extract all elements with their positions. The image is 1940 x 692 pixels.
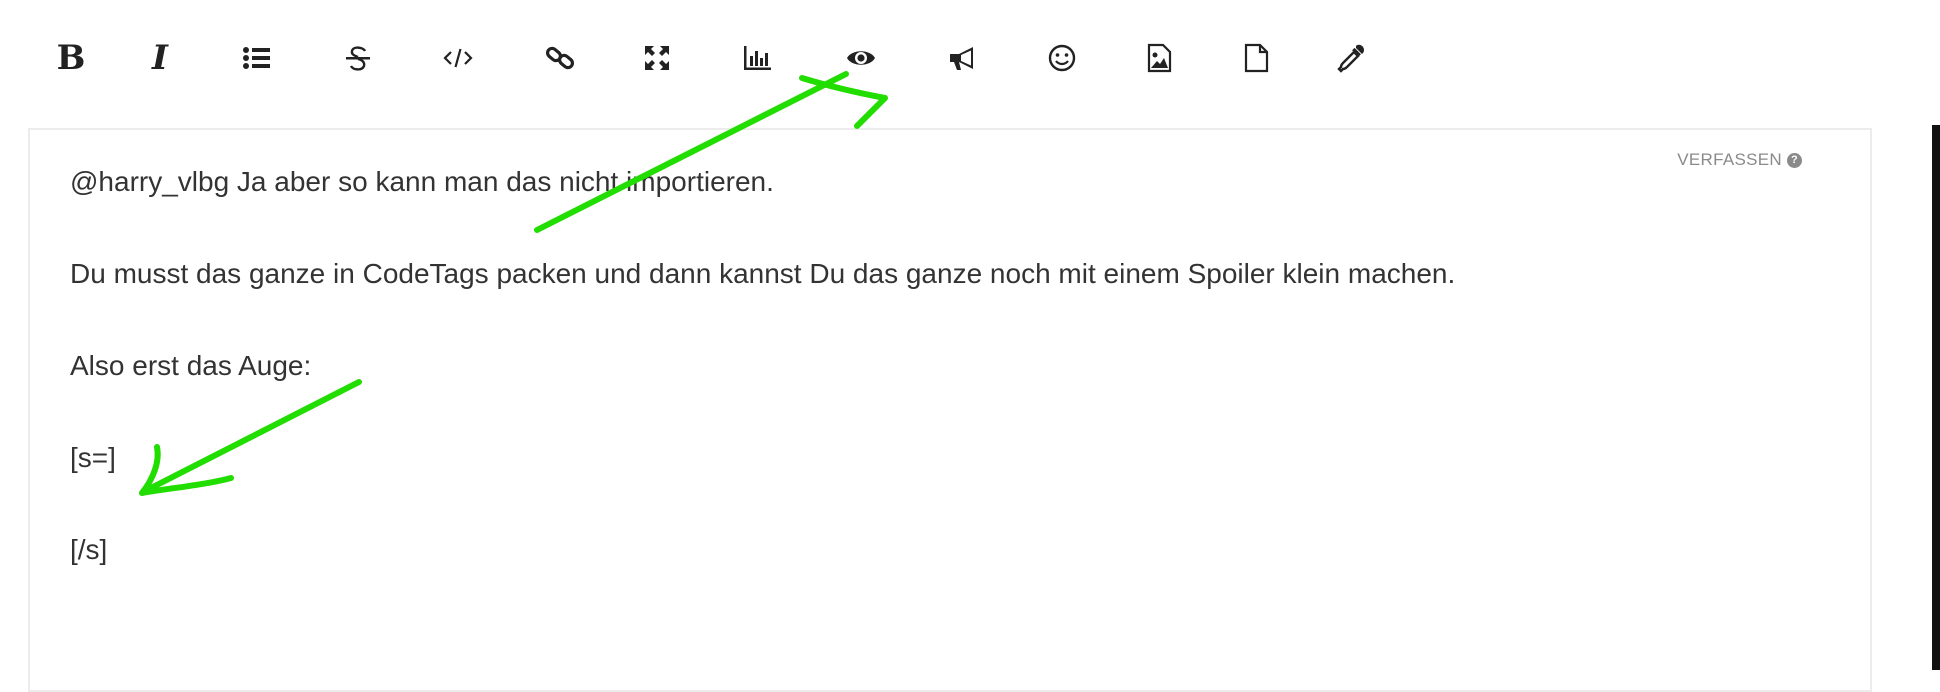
link-button[interactable] (538, 38, 582, 78)
chart-icon (744, 46, 771, 70)
list-button[interactable] (234, 38, 278, 78)
link-icon (545, 46, 575, 70)
fullscreen-button[interactable] (635, 38, 679, 78)
chart-button[interactable] (735, 38, 779, 78)
emoji-button[interactable] (1040, 38, 1084, 78)
smiley-icon (1048, 44, 1076, 72)
megaphone-icon (950, 47, 973, 70)
editor-textarea[interactable]: VERFASSEN ? @harry_vlbg Ja aber so kann … (28, 128, 1872, 692)
text-line: Also erst das Auge: (70, 350, 312, 381)
bold-button[interactable]: B (49, 38, 93, 78)
text-line: @harry_vlbg Ja aber so kann man das nich… (70, 166, 774, 197)
color-picker-button[interactable] (1330, 38, 1374, 78)
text-line: [/s] (70, 534, 108, 565)
editor-toolbar: B I (0, 0, 1500, 100)
eye-icon (847, 51, 875, 65)
editor-content: @harry_vlbg Ja aber so kann man das nich… (70, 166, 1830, 626)
image-button[interactable] (1137, 38, 1181, 78)
spoiler-button[interactable] (839, 38, 883, 78)
italic-button[interactable]: I (138, 38, 182, 78)
strikethrough-button[interactable] (336, 38, 380, 78)
eyedropper-icon (1337, 44, 1364, 73)
code-button[interactable] (436, 38, 480, 78)
text-line: Du musst das ganze in CodeTags packen un… (70, 258, 1456, 289)
text-line: [s=] (70, 442, 116, 473)
file-button[interactable] (1234, 38, 1278, 78)
announcement-button[interactable] (941, 38, 985, 78)
code-icon (443, 48, 473, 68)
image-icon (1147, 43, 1172, 73)
scrollbar[interactable] (1932, 125, 1940, 670)
strikethrough-icon (346, 46, 370, 71)
list-icon (243, 47, 270, 69)
file-icon (1244, 43, 1269, 73)
fullscreen-icon (645, 46, 669, 70)
